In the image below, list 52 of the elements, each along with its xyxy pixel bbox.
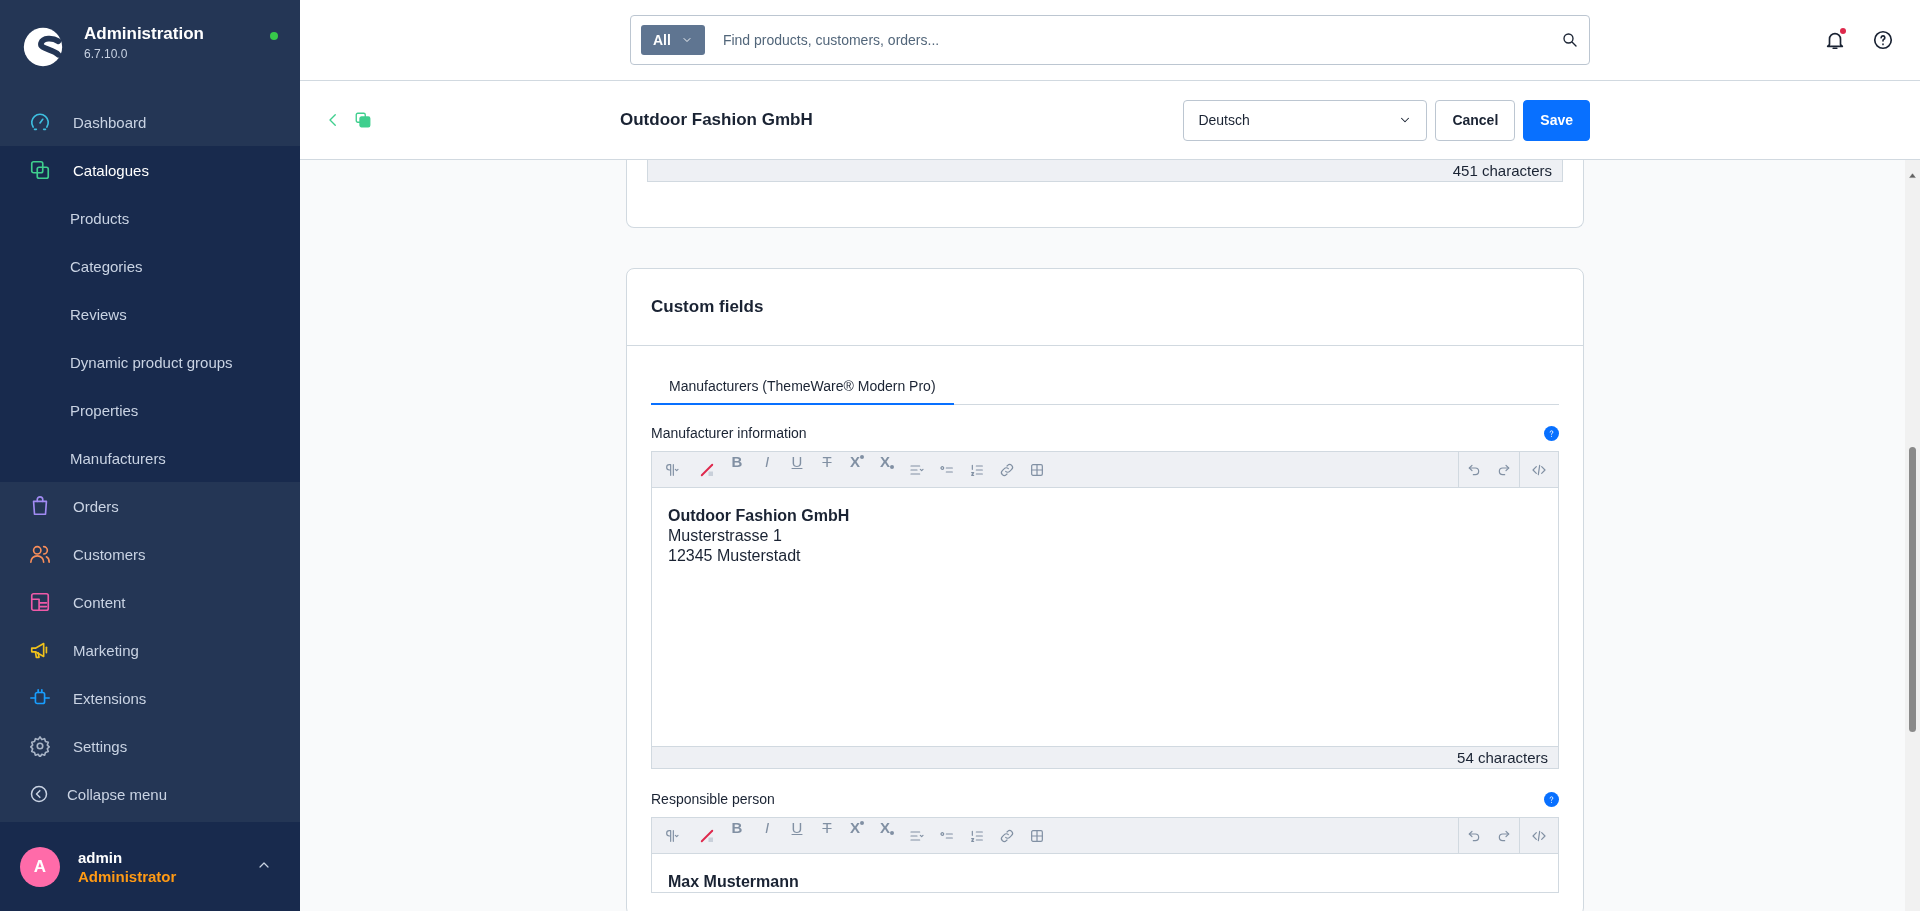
stacked-squares-icon xyxy=(354,111,372,129)
editor-text-line: Max Mustermann xyxy=(668,872,800,892)
editor-text-line: Outdoor Fashion GmbH xyxy=(668,506,851,526)
dot-icon xyxy=(860,455,864,459)
character-count: 54 characters xyxy=(652,746,1558,768)
cancel-button[interactable]: Cancel xyxy=(1435,99,1516,141)
nav-subitem[interactable]: Properties xyxy=(0,386,300,435)
scrollbar[interactable] xyxy=(1905,160,1920,911)
nav-subitem[interactable]: Products xyxy=(0,194,300,243)
nav-item[interactable]: Marketing xyxy=(0,626,300,675)
field-label: Manufacturer information xyxy=(651,425,807,441)
search-icon xyxy=(1561,31,1579,49)
language-dropdown[interactable]: Deutsch xyxy=(1183,99,1428,141)
chevron-circle-icon xyxy=(29,784,49,805)
user-name: admin xyxy=(78,848,124,866)
scroll-up-icon xyxy=(1909,172,1916,179)
user-role: Administrator xyxy=(78,867,177,885)
dot-icon xyxy=(860,821,864,825)
help-icon xyxy=(1872,29,1894,51)
nav-subitem[interactable]: Categories xyxy=(0,242,300,291)
nav-item[interactable]: Catalogues xyxy=(0,146,300,195)
nav-subitem[interactable]: Reviews xyxy=(0,290,300,339)
nav-subitem[interactable]: Dynamic product groups xyxy=(0,338,300,387)
page-title: Outdoor Fashion GmbH xyxy=(620,110,813,130)
save-button[interactable]: Save xyxy=(1523,99,1590,141)
nav-item[interactable]: Settings xyxy=(0,722,300,771)
link-icon xyxy=(999,461,1015,478)
character-count: 451 characters xyxy=(647,160,1563,182)
app-title: Administration xyxy=(84,24,204,44)
tab[interactable]: Manufacturers (ThemeWare® Modern Pro) xyxy=(651,370,954,405)
version-label: 6.7.10.0 xyxy=(84,47,129,61)
nav-item[interactable]: Dashboard xyxy=(0,98,300,147)
dot-icon xyxy=(890,465,894,469)
user-panel[interactable]: A admin Administrator xyxy=(0,822,300,911)
nav-item[interactable]: Customers xyxy=(0,530,300,579)
collapse-menu-button[interactable]: Collapse menu xyxy=(0,770,300,819)
search-scope-dropdown[interactable]: All xyxy=(641,25,705,55)
dot-icon xyxy=(890,831,894,835)
search-field[interactable]: All Find products, customers, orders... xyxy=(630,15,1590,65)
table-icon xyxy=(1029,461,1045,478)
nav-item[interactable]: Orders xyxy=(0,482,300,531)
nav-subitem[interactable]: Manufacturers xyxy=(0,434,300,483)
editor-text-line: Musterstrasse 1 xyxy=(668,526,783,546)
table-icon xyxy=(1029,827,1045,844)
field-label: Responsible person xyxy=(651,791,775,807)
nav-item[interactable]: Extensions xyxy=(0,674,300,723)
link-icon xyxy=(999,827,1015,844)
user-avatar: A xyxy=(20,846,60,887)
nav-item[interactable]: Content xyxy=(0,578,300,627)
editor-text-line: 12345 Musterstadt xyxy=(668,546,802,566)
card-title: Custom fields xyxy=(651,297,764,317)
scrollbar-thumb[interactable] xyxy=(1909,447,1916,732)
